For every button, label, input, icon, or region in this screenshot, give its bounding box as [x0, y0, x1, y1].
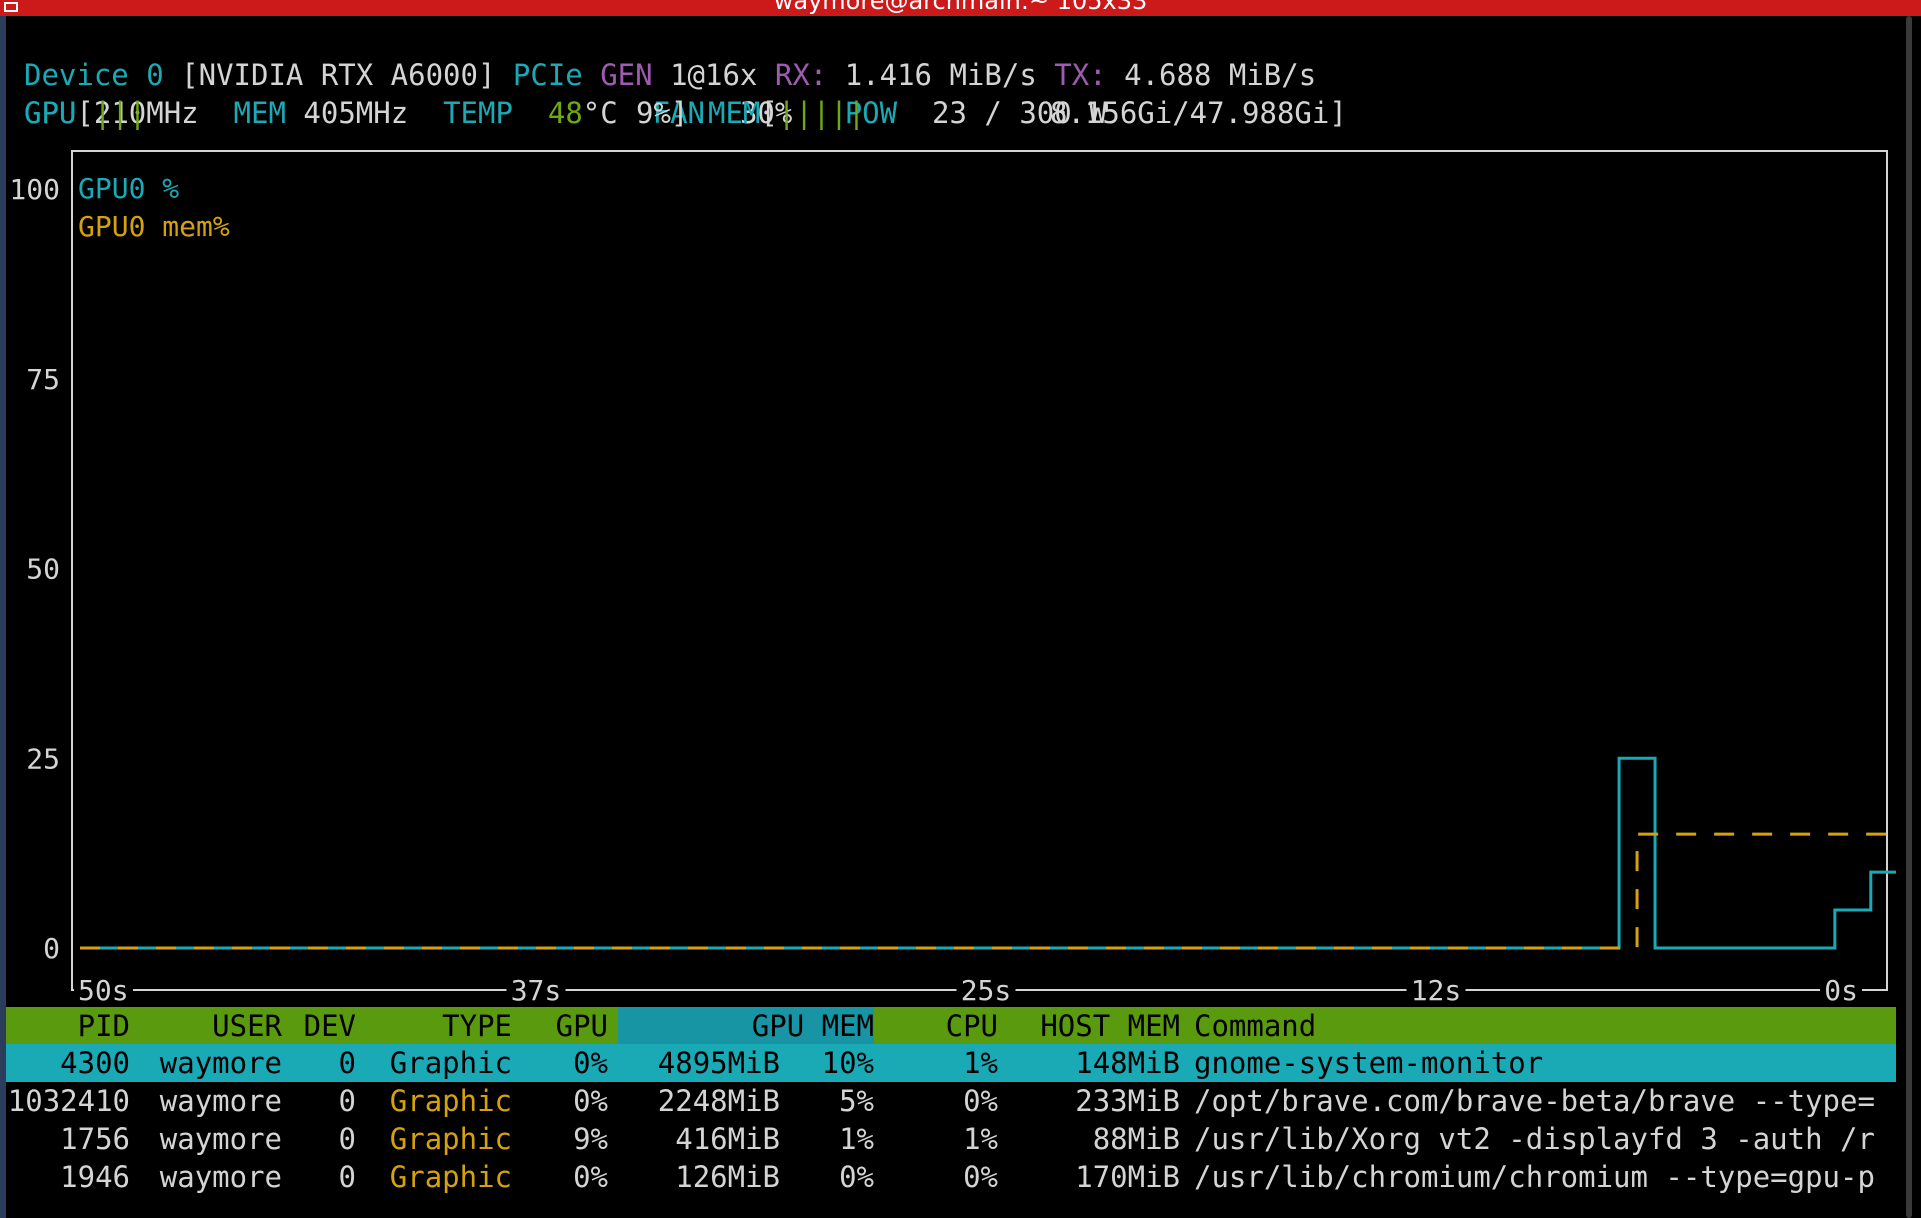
table-row[interactable]: 1756 waymore 0 Graphic 9% 416MiB 1% 1% 88MiB/usr… — [6, 1120, 1896, 1158]
cell-gpumem: 2248MiB — [657, 1084, 780, 1118]
cell-gpu: 0% — [573, 1160, 608, 1194]
cell-cpu: 0% — [963, 1084, 998, 1118]
cell-gpumem-pct: 10% — [821, 1046, 874, 1080]
cell-gpumem-pct: 5% — [839, 1084, 874, 1118]
y-tick-label: 25 — [26, 742, 60, 775]
col-user[interactable]: USER — [136, 1007, 282, 1045]
cell-gpumem: 416MiB — [675, 1122, 780, 1156]
cell-pid: 1756 — [60, 1122, 130, 1156]
col-dev[interactable]: DEV — [286, 1007, 356, 1045]
cell-pid: 1946 — [60, 1160, 130, 1194]
cell-gpumem: 4895MiB — [657, 1046, 780, 1080]
cell-cmd: /usr/lib/chromium/chromium --type=gpu-p — [1194, 1160, 1875, 1194]
col-cpu[interactable]: CPU — [876, 1007, 998, 1045]
gpu-usage-chart: 100 75 50 25 0 50s 37s 25s 12s 0s GPU0 % GPU0 mem% — [9, 150, 1896, 1005]
table-header: PID USER DEV TYPE GPU GPU MEM CPU HOST M… — [6, 1007, 1896, 1044]
cell-gpumem-pct: 0% — [839, 1160, 874, 1194]
cell-pid: 4300 — [60, 1046, 130, 1080]
cell-cmd: gnome-system-monitor — [1194, 1046, 1544, 1080]
cell-dev: 0 — [338, 1160, 356, 1194]
y-tick-label: 0 — [43, 932, 60, 965]
cell-cpu: 0% — [963, 1160, 998, 1194]
y-tick-label: 100 — [9, 173, 60, 206]
series-line — [80, 832, 1896, 950]
x-tick-label: 50s — [78, 974, 129, 1005]
table-row[interactable]: 1032410 waymore 0 Graphic 0% 2248MiB 5% 0% 233Mi… — [6, 1082, 1896, 1120]
legend-entry: GPU0 % — [78, 172, 179, 205]
cell-gpu: 0% — [573, 1046, 608, 1080]
cell-type: Graphic — [389, 1084, 512, 1118]
cell-user: waymore — [159, 1122, 282, 1156]
x-tick-label: 25s — [961, 974, 1012, 1005]
cell-cmd: /opt/brave.com/brave-beta/brave --type= — [1194, 1084, 1875, 1118]
col-type[interactable]: TYPE — [366, 1007, 512, 1045]
col-gpu-mem[interactable]: GPU MEM — [618, 1007, 874, 1045]
x-tick-label: 37s — [511, 974, 562, 1005]
cell-hostmem: 170MiB — [1075, 1160, 1180, 1194]
cell-hostmem: 148MiB — [1075, 1046, 1180, 1080]
cell-user: waymore — [159, 1046, 282, 1080]
table-row[interactable]: 4300 waymore 0 Graphic 0% 4895MiB 10% 1% 148MiB g… — [6, 1044, 1896, 1082]
y-tick-label: 75 — [26, 363, 60, 396]
cell-cmd: /usr/lib/Xorg vt2 -displayfd 3 -auth /r — [1194, 1122, 1875, 1156]
cell-hostmem: 233MiB — [1075, 1084, 1180, 1118]
cell-type: Graphic — [389, 1046, 512, 1080]
col-host-mem[interactable]: HOST MEM — [1002, 1007, 1180, 1045]
legend-entry: GPU0 mem% — [78, 210, 230, 243]
cell-dev: 0 — [338, 1084, 356, 1118]
cell-user: waymore — [159, 1084, 282, 1118]
chart-frame — [71, 150, 1888, 991]
cell-gpu: 9% — [573, 1122, 608, 1156]
cell-gpu: 0% — [573, 1084, 608, 1118]
cell-pid: 1032410 — [7, 1084, 130, 1118]
cell-cpu: 1% — [963, 1046, 998, 1080]
cell-hostmem: 88MiB — [1092, 1122, 1180, 1156]
cell-cpu: 1% — [963, 1122, 998, 1156]
cell-dev: 0 — [338, 1122, 356, 1156]
x-tick-label: 12s — [1411, 974, 1462, 1005]
col-pid[interactable]: PID — [6, 1007, 130, 1045]
cell-type: Graphic — [389, 1122, 512, 1156]
cell-gpumem: 126MiB — [675, 1160, 780, 1194]
cell-dev: 0 — [338, 1046, 356, 1080]
table-row[interactable]: 1946 waymore 0 Graphic 0% 126MiB 0% 0% 170MiB/us… — [6, 1158, 1896, 1196]
col-command[interactable]: Command — [1194, 1007, 1316, 1045]
series-line — [80, 756, 1896, 950]
y-tick-label: 50 — [26, 553, 60, 586]
cell-gpumem-pct: 1% — [839, 1122, 874, 1156]
cell-user: waymore — [159, 1160, 282, 1194]
cell-type: Graphic — [389, 1160, 512, 1194]
col-gpu[interactable]: GPU — [516, 1007, 608, 1045]
x-tick-label: 0s — [1824, 974, 1858, 1005]
